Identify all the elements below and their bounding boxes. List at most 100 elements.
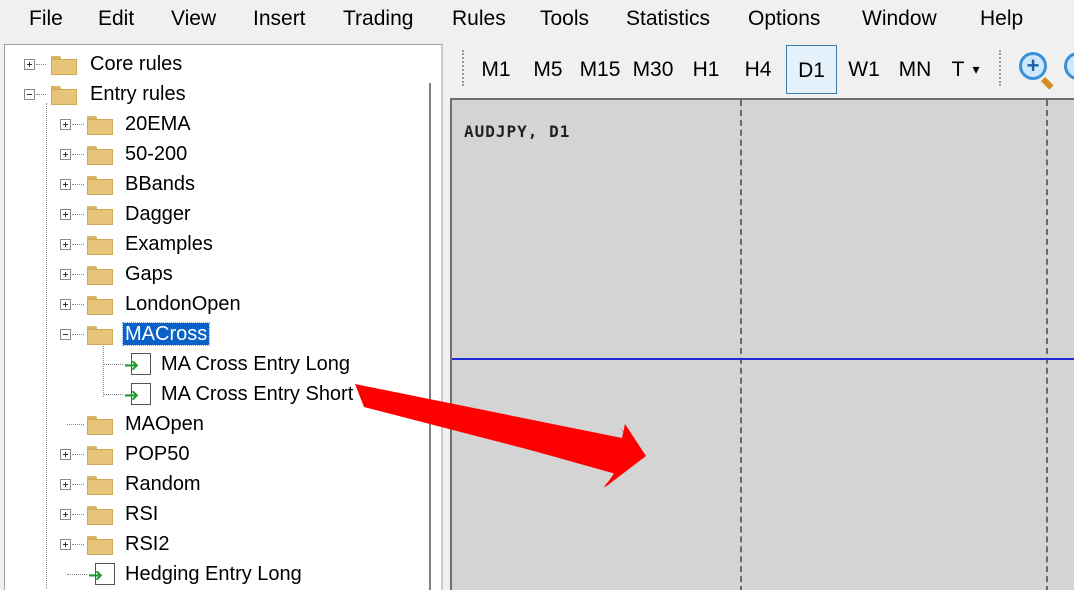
tree-item-label: MAOpen xyxy=(125,413,204,435)
tree-item-label: Dagger xyxy=(125,203,191,225)
tree-item-50-200[interactable]: 50-200 xyxy=(5,140,425,168)
chart-window[interactable]: AUDJPY, D1 xyxy=(450,98,1074,590)
folder-icon xyxy=(87,296,113,315)
tree-item-label: Core rules xyxy=(90,53,183,75)
tree-item-maopen[interactable]: MAOpen xyxy=(5,410,425,438)
timeframe-t-button[interactable]: T xyxy=(947,45,969,94)
tree-item-bbands[interactable]: BBands xyxy=(5,170,425,198)
menu-statistics[interactable]: Statistics xyxy=(626,7,710,31)
expand-icon[interactable] xyxy=(24,59,35,70)
zoom-out-icon[interactable] xyxy=(1064,52,1074,88)
price-line[interactable] xyxy=(452,358,1074,360)
tree-item-label: RSI xyxy=(125,503,159,525)
menu-window[interactable]: Window xyxy=(862,7,937,31)
tree-item-label: MACross xyxy=(121,322,211,346)
expand-icon[interactable] xyxy=(60,209,71,220)
tree-item-rsi2[interactable]: RSI2 xyxy=(5,530,425,558)
toolbar-grip[interactable] xyxy=(999,50,1002,86)
tree-item-examples[interactable]: Examples xyxy=(5,230,425,258)
expand-icon[interactable] xyxy=(60,119,71,130)
timeframe-h1-button[interactable]: H1 xyxy=(685,45,727,94)
menu-edit[interactable]: Edit xyxy=(98,7,134,31)
tree-item-londonopen[interactable]: LondonOpen xyxy=(5,290,425,318)
tree-item-rsi[interactable]: RSI xyxy=(5,500,425,528)
tree-connector xyxy=(72,184,84,185)
chart-symbol-label: AUDJPY, D1 xyxy=(464,122,571,141)
folder-icon xyxy=(87,506,113,525)
folder-icon xyxy=(87,146,113,165)
menu-trading[interactable]: Trading xyxy=(343,7,413,31)
tree-item-label: Hedging Entry Long xyxy=(125,563,302,585)
expand-icon[interactable] xyxy=(60,299,71,310)
tree-item-label: 20EMA xyxy=(125,113,191,135)
tree-item-label: Gaps xyxy=(125,263,173,285)
tree-item-hedging-entry-long[interactable]: ➔ Hedging Entry Long xyxy=(5,560,425,588)
expand-icon[interactable] xyxy=(60,239,71,250)
tree-item-label: Examples xyxy=(125,233,213,255)
menu-options[interactable]: Options xyxy=(748,7,820,31)
menu-rules[interactable]: Rules xyxy=(452,7,506,31)
timeframe-m1-button[interactable]: M1 xyxy=(475,45,517,94)
timeframe-mn-button[interactable]: MN xyxy=(892,45,938,94)
folder-icon xyxy=(51,86,77,105)
timeframe-toolbar: M1 M5 M15 M30 H1 H4 D1 W1 MN T ▾ + xyxy=(447,40,1074,98)
tree-item-macross[interactable]: MACross xyxy=(5,320,425,348)
folder-icon xyxy=(87,326,113,345)
folder-icon xyxy=(51,56,77,75)
folder-icon xyxy=(87,446,113,465)
timeframe-m5-button[interactable]: M5 xyxy=(527,45,569,94)
zoom-in-icon[interactable]: + xyxy=(1019,52,1055,90)
folder-icon xyxy=(87,536,113,555)
expand-icon[interactable] xyxy=(60,509,71,520)
tree-item-20ema[interactable]: 20EMA xyxy=(5,110,425,138)
tree-item-dagger[interactable]: Dagger xyxy=(5,200,425,228)
collapse-icon[interactable] xyxy=(60,329,71,340)
tree-connector xyxy=(67,424,84,425)
folder-icon xyxy=(87,266,113,285)
tree-item-random[interactable]: Random xyxy=(5,470,425,498)
menu-tools[interactable]: Tools xyxy=(540,7,589,31)
menu-bar: File Edit View Insert Trading Rules Tool… xyxy=(0,0,1074,40)
tree-item-ma-cross-entry-short[interactable]: ➔ MA Cross Entry Short xyxy=(5,380,425,408)
timeframe-m15-button[interactable]: M15 xyxy=(576,45,624,94)
folder-icon xyxy=(87,176,113,195)
tree-connector xyxy=(72,454,84,455)
expand-icon[interactable] xyxy=(60,479,71,490)
tree-connector xyxy=(72,274,84,275)
tree-item-entry-rules[interactable]: Entry rules xyxy=(5,80,425,108)
timeframe-d1-button[interactable]: D1 xyxy=(786,45,837,94)
tree-connector xyxy=(72,514,84,515)
menu-insert[interactable]: Insert xyxy=(253,7,306,31)
menu-file[interactable]: File xyxy=(29,7,63,31)
tree-item-label: RSI2 xyxy=(125,533,170,555)
rule-arrow-icon: ➔ xyxy=(124,383,151,405)
tree-item-core-rules[interactable]: Core rules xyxy=(5,50,425,78)
toolbar-grip[interactable] xyxy=(462,50,465,86)
folder-icon xyxy=(87,236,113,255)
tree-scrollbar-edge xyxy=(429,83,431,590)
timeframe-w1-button[interactable]: W1 xyxy=(843,45,885,94)
tree-connector xyxy=(72,154,84,155)
tree-connector xyxy=(72,124,84,125)
expand-icon[interactable] xyxy=(60,539,71,550)
tree-item-pop50[interactable]: POP50 xyxy=(5,440,425,468)
tree-item-label: POP50 xyxy=(125,443,190,465)
tree-item-label: Random xyxy=(125,473,201,495)
tree-item-gaps[interactable]: Gaps xyxy=(5,260,425,288)
menu-help[interactable]: Help xyxy=(980,7,1023,31)
collapse-icon[interactable] xyxy=(24,89,35,100)
tree-connector xyxy=(36,94,46,95)
timeframe-h4-button[interactable]: H4 xyxy=(737,45,779,94)
menu-view[interactable]: View xyxy=(171,7,216,31)
chevron-down-icon[interactable]: ▾ xyxy=(969,45,983,94)
timeframe-m30-button[interactable]: M30 xyxy=(628,45,678,94)
expand-icon[interactable] xyxy=(60,179,71,190)
tree-item-label: BBands xyxy=(125,173,196,195)
expand-icon[interactable] xyxy=(60,449,71,460)
expand-icon[interactable] xyxy=(60,149,71,160)
tree-item-ma-cross-entry-long[interactable]: ➔ MA Cross Entry Long xyxy=(5,350,425,378)
folder-icon xyxy=(87,206,113,225)
tree-connector xyxy=(36,64,46,65)
tree-connector xyxy=(103,394,123,395)
expand-icon[interactable] xyxy=(60,269,71,280)
